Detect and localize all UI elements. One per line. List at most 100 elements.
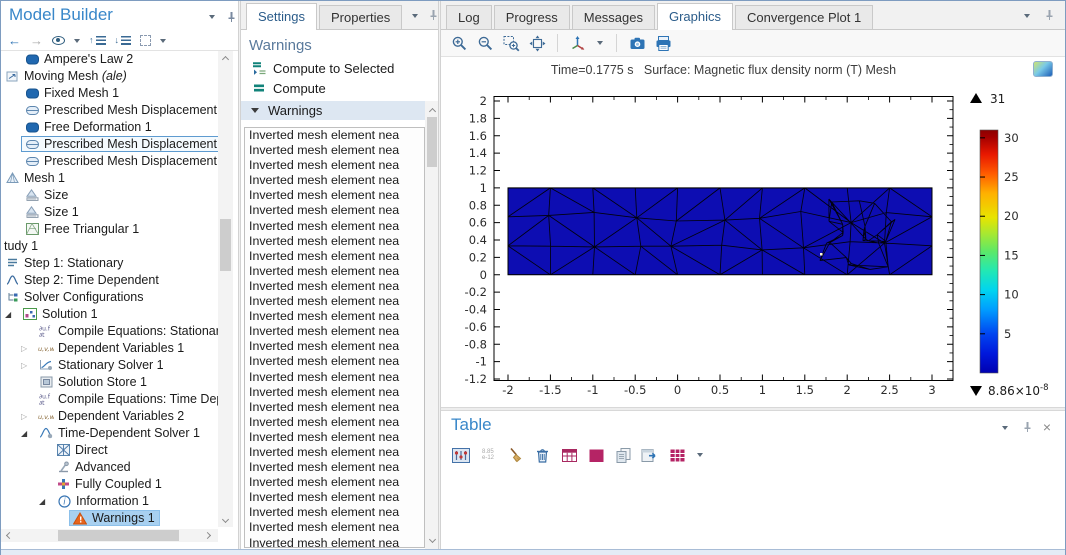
tab-log[interactable]: Log — [446, 5, 492, 29]
clear-table-icon[interactable] — [505, 445, 525, 465]
tree-item-mesh-1[interactable]: Mesh 1 — [1, 170, 219, 187]
expanded-arrow-icon[interactable]: ◢ — [21, 429, 27, 439]
warning-list-item[interactable]: Inverted mesh element nea — [245, 385, 424, 400]
plot-canvas[interactable]: Time=0.1775 s Surface: Magnetic flux den… — [441, 57, 1065, 407]
expanded-arrow-icon[interactable]: ◢ — [39, 497, 45, 507]
copy-icon[interactable] — [613, 445, 633, 465]
warning-list-item[interactable]: Inverted mesh element nea — [245, 203, 424, 218]
warning-list-item[interactable]: Inverted mesh element nea — [245, 460, 424, 475]
tree-item-size[interactable]: Size — [1, 187, 219, 204]
table-grid-icon[interactable] — [667, 445, 687, 465]
tab-graphics[interactable]: Graphics — [656, 3, 734, 30]
pin-icon[interactable] — [223, 10, 238, 24]
tree-item-dependent-variables-1[interactable]: ▷ u,v,w Dependent Variables 1 — [1, 340, 219, 357]
settings-vscrollbar[interactable] — [425, 101, 439, 549]
orientation-icon[interactable] — [568, 33, 588, 53]
display-settings-icon[interactable] — [451, 445, 471, 465]
tree-item-direct[interactable]: Direct — [1, 442, 219, 459]
chevron-down-icon[interactable] — [1019, 9, 1035, 23]
back-icon[interactable]: ← — [8, 33, 21, 49]
warning-list-item[interactable]: Inverted mesh element nea — [245, 490, 424, 505]
print-icon[interactable] — [653, 33, 673, 53]
warning-list-item[interactable]: Inverted mesh element nea — [245, 234, 424, 249]
warning-list-item[interactable]: Inverted mesh element nea — [245, 294, 424, 309]
collapse-icon[interactable] — [140, 33, 151, 49]
tree-item-information-1[interactable]: ◢ i Information 1 — [1, 493, 219, 510]
export-icon[interactable] — [640, 445, 660, 465]
warning-list-item[interactable]: Inverted mesh element nea — [245, 370, 424, 385]
tab-progress[interactable]: Progress — [493, 5, 570, 29]
warning-list-item[interactable]: Inverted mesh element nea — [245, 520, 424, 535]
tree-item-moving-mesh-[interactable]: Moving Mesh (ale) — [1, 68, 219, 85]
chevron-down-icon[interactable] — [407, 9, 423, 23]
zoom-out-icon[interactable] — [475, 33, 495, 53]
warning-list-item[interactable]: Inverted mesh element nea — [245, 475, 424, 490]
delete-icon[interactable] — [532, 445, 552, 465]
tree-item-prescribed-mesh-displacement-2[interactable]: Prescribed Mesh Displacement 2 — [1, 136, 219, 153]
zoom-extents-icon[interactable] — [527, 33, 547, 53]
tree-item-compile-equations-time-depe[interactable]: ∂u.f ∂t Compile Equations: Time Depe — [1, 391, 220, 408]
tree-item-free-deformation-1[interactable]: Free Deformation 1 — [1, 119, 219, 136]
plot-image-icon[interactable] — [1033, 61, 1053, 77]
tree-item-compile-equations-stationary[interactable]: ∂u.f ∂t Compile Equations: Stationary — [1, 323, 220, 340]
tab-convergence-plot-1[interactable]: Convergence Plot 1 — [735, 5, 874, 29]
forward-icon[interactable]: → — [30, 33, 43, 49]
warning-list-item[interactable]: Inverted mesh element nea — [245, 415, 424, 430]
chevron-down-icon[interactable] — [594, 33, 606, 53]
warning-list-item[interactable]: Inverted mesh element nea — [245, 188, 424, 203]
close-icon[interactable]: × — [1039, 420, 1055, 434]
tree-item-solution-1[interactable]: ◢ Solution 1 — [1, 306, 219, 323]
chevron-down-icon[interactable] — [160, 33, 166, 49]
tab-properties[interactable]: Properties — [318, 5, 403, 29]
camera-icon[interactable] — [627, 33, 647, 53]
warning-list-item[interactable]: Inverted mesh element nea — [245, 128, 424, 143]
warnings-section-header[interactable]: Warnings — [241, 101, 439, 120]
scroll-thumb[interactable] — [58, 530, 179, 541]
tree-vscrollbar[interactable] — [218, 51, 233, 527]
move-up-icon[interactable]: ↑ — [89, 33, 106, 49]
expanded-arrow-icon[interactable]: ◢ — [5, 310, 11, 320]
tree-item-step-1-stationary[interactable]: Step 1: Stationary — [1, 255, 219, 272]
tree-item-fully-coupled-1[interactable]: Fully Coupled 1 — [1, 476, 219, 493]
warning-list-item[interactable]: Inverted mesh element nea — [245, 400, 424, 415]
tree-item-warnings-1[interactable]: ! Warnings 1 — [1, 510, 219, 527]
scroll-down-arrow[interactable] — [425, 534, 439, 547]
warning-list-item[interactable]: Inverted mesh element nea — [245, 158, 424, 173]
zoom-in-icon[interactable] — [449, 33, 469, 53]
update-table-icon[interactable] — [559, 445, 579, 465]
scroll-right-arrow[interactable] — [202, 529, 216, 542]
tree-item-size-1[interactable]: Size 1 — [1, 204, 219, 221]
compute-button[interactable]: Compute — [251, 79, 326, 97]
tree-item-stationary-solver-1[interactable]: ▷ Stationary Solver 1 — [1, 357, 219, 374]
warning-list-item[interactable]: Inverted mesh element nea — [245, 354, 424, 369]
warning-list-item[interactable]: Inverted mesh element nea — [245, 279, 424, 294]
tree-item-prescribed-mesh-displacement-3[interactable]: Prescribed Mesh Displacement 3 — [1, 153, 219, 170]
pin-icon[interactable] — [1019, 420, 1035, 434]
tab-messages[interactable]: Messages — [571, 5, 655, 29]
warning-list-item[interactable]: Inverted mesh element nea — [245, 339, 424, 354]
tree-item-solution-store-1[interactable]: Solution Store 1 — [1, 374, 219, 391]
tree-item-dependent-variables-2[interactable]: ▷ u,v,w Dependent Variables 2 — [1, 408, 219, 425]
full-precision-icon[interactable]: 8.85 e-12 — [478, 445, 498, 465]
warning-list-item[interactable]: Inverted mesh element nea — [245, 445, 424, 460]
compute-to-selected-button[interactable]: Compute to Selected — [251, 59, 394, 77]
warning-list-item[interactable]: Inverted mesh element nea — [245, 249, 424, 264]
tree-item-prescribed-mesh-displacement-1[interactable]: Prescribed Mesh Displacement 1 — [1, 102, 219, 119]
scroll-thumb[interactable] — [220, 219, 231, 271]
chevron-down-icon[interactable] — [204, 10, 220, 24]
move-down-icon[interactable]: ↓ — [115, 33, 131, 49]
tree-item-fixed-mesh-1[interactable]: Fixed Mesh 1 — [1, 85, 219, 102]
scroll-up-arrow[interactable] — [218, 51, 233, 65]
warning-list-item[interactable]: Inverted mesh element nea — [245, 143, 424, 158]
tab-settings[interactable]: Settings — [246, 3, 317, 30]
pin-icon[interactable] — [1041, 8, 1057, 22]
tree-item-advanced[interactable]: Advanced — [1, 459, 219, 476]
warning-list-item[interactable]: Inverted mesh element nea — [245, 324, 424, 339]
warning-list-item[interactable]: Inverted mesh element nea — [245, 505, 424, 520]
chevron-down-icon[interactable] — [694, 445, 706, 465]
zoom-box-icon[interactable] — [501, 33, 521, 53]
pin-icon[interactable] — [425, 8, 439, 22]
scroll-left-arrow[interactable] — [1, 529, 15, 542]
warning-list-item[interactable]: Inverted mesh element nea — [245, 219, 424, 234]
color-icon[interactable] — [586, 445, 606, 465]
